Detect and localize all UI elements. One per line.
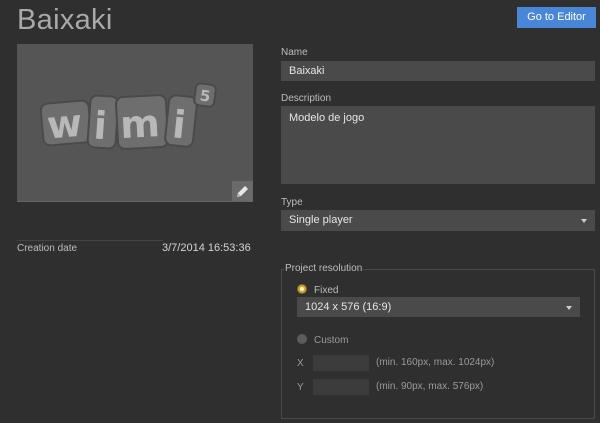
creation-date-value: 3/7/2014 16:53:36: [162, 242, 251, 254]
fixed-radio[interactable]: [297, 284, 307, 294]
custom-width-input[interactable]: [313, 355, 369, 371]
creation-date-label: Creation date: [17, 243, 78, 254]
pencil-icon: [237, 186, 248, 197]
y-label: Y: [297, 382, 304, 393]
custom-radio[interactable]: [297, 334, 307, 344]
creation-divider: [17, 240, 163, 241]
type-label: Type: [281, 197, 303, 208]
resolution-legend: Project resolution: [284, 263, 364, 274]
chevron-down-icon: [566, 306, 572, 310]
resolution-select-value: 1024 x 576 (16:9): [305, 301, 392, 313]
type-select[interactable]: Single player: [281, 210, 595, 231]
type-select-value: Single player: [289, 214, 353, 226]
wimi-logo: w i m i 5: [39, 82, 217, 150]
name-label: Name: [281, 47, 308, 58]
description-textarea[interactable]: Modelo de jogo: [281, 106, 595, 184]
go-to-editor-button[interactable]: Go to Editor: [517, 7, 596, 28]
chevron-down-icon: [581, 219, 587, 223]
project-thumbnail: w i m i 5: [17, 44, 253, 202]
resolution-select[interactable]: 1024 x 576 (16:9): [297, 297, 580, 317]
fixed-label: Fixed: [314, 285, 339, 296]
custom-height-input[interactable]: [313, 379, 369, 395]
edit-thumbnail-button[interactable]: [232, 181, 253, 201]
name-input[interactable]: Baixaki: [281, 61, 595, 81]
logo-letter-w: w: [45, 101, 84, 148]
custom-label: Custom: [314, 335, 349, 346]
description-label: Description: [281, 93, 332, 104]
x-hint: (min. 160px, max. 1024px): [376, 357, 495, 368]
project-title: Baixaki: [17, 4, 113, 36]
logo-letter-m: m: [119, 101, 161, 147]
x-label: X: [297, 358, 304, 369]
y-hint: (min. 90px, max. 576px): [376, 381, 484, 392]
